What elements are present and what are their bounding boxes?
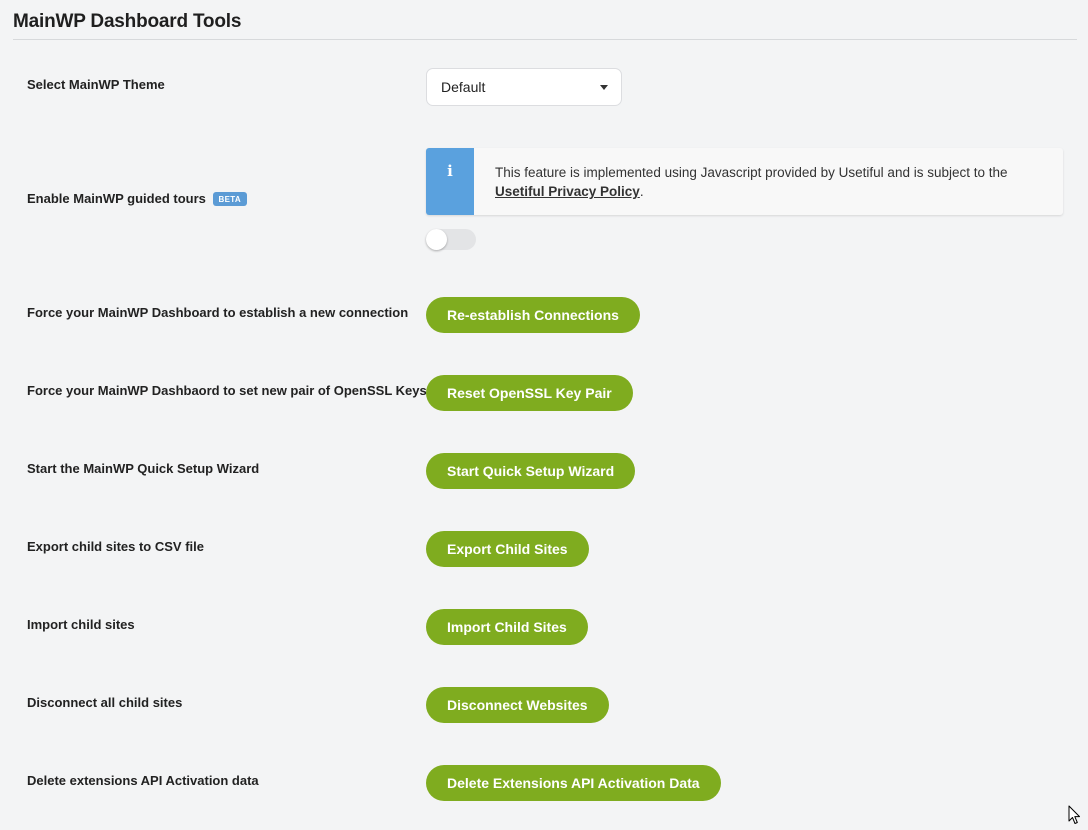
theme-label: Select MainWP Theme xyxy=(27,77,165,92)
reconnect-label: Force your MainWP Dashboard to establish… xyxy=(27,305,409,320)
disconnect-label: Disconnect all child sites xyxy=(27,695,183,710)
setup-wizard-label: Start the MainWP Quick Setup Wizard xyxy=(27,461,260,476)
import-child-sites-button[interactable]: Import Child Sites xyxy=(426,609,588,645)
re-establish-connections-button[interactable]: Re-establish Connections xyxy=(426,297,640,333)
tours-label: Enable MainWP guided tours BETA xyxy=(27,191,247,206)
delete-api-label: Delete extensions API Activation data xyxy=(27,773,259,788)
tools-page: MainWP Dashboard Tools Select MainWP The… xyxy=(0,0,1088,830)
theme-select-value: Default xyxy=(441,79,486,95)
export-label: Export child sites to CSV file xyxy=(27,539,204,554)
disconnect-websites-button[interactable]: Disconnect Websites xyxy=(426,687,609,723)
usetiful-privacy-policy-link[interactable]: Usetiful Privacy Policy xyxy=(495,184,640,199)
theme-select[interactable]: Default xyxy=(426,68,622,106)
title-divider xyxy=(13,39,1077,40)
info-message-text: This feature is implemented using Javasc… xyxy=(474,148,1008,215)
page-title: MainWP Dashboard Tools xyxy=(13,11,242,32)
openssl-label: Force your MainWP Dashbaord to set new p… xyxy=(27,383,427,398)
delete-api-activation-button[interactable]: Delete Extensions API Activation Data xyxy=(426,765,721,801)
toggle-knob xyxy=(426,229,447,250)
start-setup-wizard-button[interactable]: Start Quick Setup Wizard xyxy=(426,453,636,489)
guided-tours-toggle[interactable] xyxy=(426,229,476,250)
beta-badge: BETA xyxy=(212,192,247,206)
reset-openssl-button[interactable]: Reset OpenSSL Key Pair xyxy=(426,375,633,411)
info-message-body: This feature is implemented using Javasc… xyxy=(495,165,1008,180)
info-message-end: . xyxy=(639,184,644,199)
info-icon-column: i xyxy=(426,148,474,215)
chevron-down-icon xyxy=(600,85,608,90)
import-label: Import child sites xyxy=(27,617,135,632)
export-child-sites-button[interactable]: Export Child Sites xyxy=(426,531,589,567)
info-icon: i xyxy=(447,162,453,180)
mouse-pointer-icon xyxy=(1068,805,1080,824)
usetiful-info-message: i This feature is implemented using Java… xyxy=(426,148,1063,215)
tours-label-text: Enable MainWP guided tours xyxy=(27,191,206,206)
